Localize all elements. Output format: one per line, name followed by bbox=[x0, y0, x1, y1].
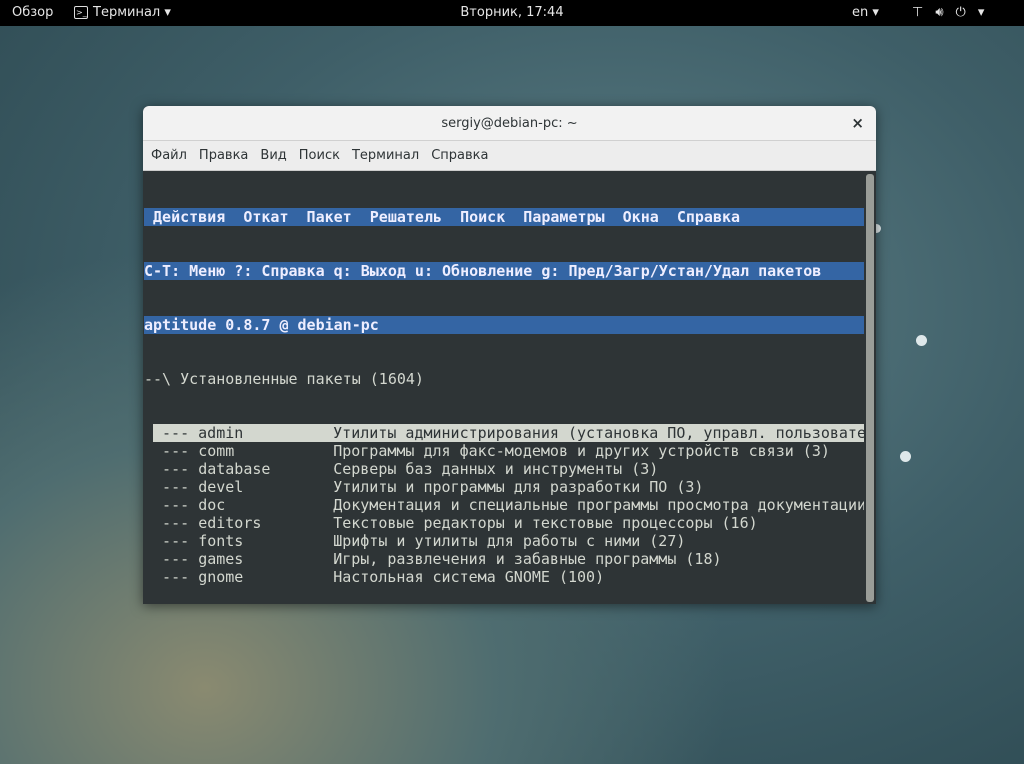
menu-file[interactable]: Файл bbox=[151, 148, 187, 163]
tree-prefix: --- bbox=[144, 532, 199, 550]
menu-view[interactable]: Вид bbox=[260, 148, 286, 163]
group-name: doc bbox=[198, 496, 226, 514]
keyboard-layout-button[interactable]: en ▾ bbox=[852, 5, 879, 20]
group-name: admin bbox=[198, 424, 244, 442]
menu-terminal[interactable]: Терминал bbox=[352, 148, 419, 163]
wallpaper-dot bbox=[916, 335, 927, 346]
group-name: database bbox=[198, 460, 271, 478]
tree-prefix: --- bbox=[144, 442, 199, 460]
volume-icon: 🔊︎ bbox=[935, 5, 944, 20]
group-description: Программы для факс-модемов и других устр… bbox=[333, 442, 830, 460]
package-group-row[interactable]: --- editors Текстовые редакторы и текстов… bbox=[144, 514, 864, 532]
package-group-row[interactable]: --- doc Документация и специальные програ… bbox=[144, 496, 864, 514]
package-group-row[interactable]: --- fonts Шрифты и утилиты для работы с н… bbox=[144, 532, 864, 550]
group-description: Утилиты и программы для разработки ПО (3… bbox=[333, 478, 704, 496]
tree-prefix: --- bbox=[144, 568, 199, 586]
package-group-row[interactable]: --- games Игры, развлечения и забавные пр… bbox=[144, 550, 864, 568]
group-description: Утилиты администрирования (установка ПО,… bbox=[333, 424, 864, 442]
group-description: Текстовые редакторы и текстовые процессо… bbox=[333, 514, 758, 532]
group-description: Шрифты и утилиты для работы с ними (27) bbox=[333, 532, 686, 550]
group-name: devel bbox=[198, 478, 244, 496]
group-name: editors bbox=[198, 514, 262, 532]
package-group-row[interactable]: --- devel Утилиты и программы для разрабо… bbox=[144, 478, 864, 496]
group-description: Серверы баз данных и инструменты (3) bbox=[333, 460, 659, 478]
aptitude-help-line: C-T: Меню ?: Справка q: Выход u: Обновле… bbox=[144, 262, 864, 280]
group-description: Документация и специальные программы про… bbox=[333, 496, 864, 514]
group-name: comm bbox=[198, 442, 235, 460]
tree-prefix: --- bbox=[144, 460, 199, 478]
power-icon: ⏻ bbox=[955, 5, 966, 20]
package-group-row[interactable]: --- gnome Настольная система GNOME (100) bbox=[144, 568, 864, 586]
scrollbar-thumb[interactable] bbox=[866, 174, 874, 602]
group-name: fonts bbox=[198, 532, 244, 550]
tree-prefix: --- bbox=[144, 514, 199, 532]
window-title: sergiy@debian-pc: ~ bbox=[441, 116, 578, 131]
tree-prefix: --- bbox=[144, 496, 199, 514]
group-name: gnome bbox=[198, 568, 244, 586]
tree-prefix: --- bbox=[144, 550, 199, 568]
top-bar: Обзор >_ Терминал ▾ Вторник, 17:44 en ▾ ⊤… bbox=[0, 0, 1024, 26]
title-bar[interactable]: sergiy@debian-pc: ~ × bbox=[143, 106, 876, 141]
menu-bar: Файл Правка Вид Поиск Терминал Справка bbox=[143, 141, 876, 171]
aptitude-menu[interactable]: Действия Откат Пакет Решатель Поиск Пара… bbox=[144, 208, 864, 226]
group-description: Игры, развлечения и забавные программы (… bbox=[333, 550, 722, 568]
group-description: Настольная система GNOME (100) bbox=[333, 568, 605, 586]
wallpaper-dot bbox=[900, 451, 911, 462]
group-name: games bbox=[198, 550, 244, 568]
scrollbar[interactable] bbox=[864, 172, 876, 604]
package-group-row[interactable]: --- admin Утилиты администрирования (уста… bbox=[153, 424, 864, 442]
chevron-down-icon: ▾ bbox=[977, 5, 985, 20]
menu-help[interactable]: Справка bbox=[431, 148, 488, 163]
close-button[interactable]: × bbox=[851, 106, 864, 141]
tree-header[interactable]: --\ Установленные пакеты (1604) bbox=[144, 370, 864, 388]
tree-prefix: --- bbox=[144, 478, 199, 496]
menu-search[interactable]: Поиск bbox=[299, 148, 340, 163]
terminal-window: sergiy@debian-pc: ~ × Файл Правка Вид Пои… bbox=[143, 106, 876, 604]
network-icon: ⊤ bbox=[912, 5, 924, 20]
system-menu-button[interactable]: ⊤ 🔊︎ ⏻ ▾ bbox=[912, 5, 984, 20]
tree-prefix: --- bbox=[153, 424, 199, 442]
terminal-content[interactable]: Действия Откат Пакет Решатель Поиск Пара… bbox=[144, 172, 864, 604]
menu-edit[interactable]: Правка bbox=[199, 148, 248, 163]
aptitude-version: aptitude 0.8.7 @ debian-pc bbox=[144, 316, 864, 334]
package-group-row[interactable]: --- database Серверы баз данных и инструм… bbox=[144, 460, 864, 478]
package-group-row[interactable]: --- comm Программы для факс-модемов и дру… bbox=[144, 442, 864, 460]
